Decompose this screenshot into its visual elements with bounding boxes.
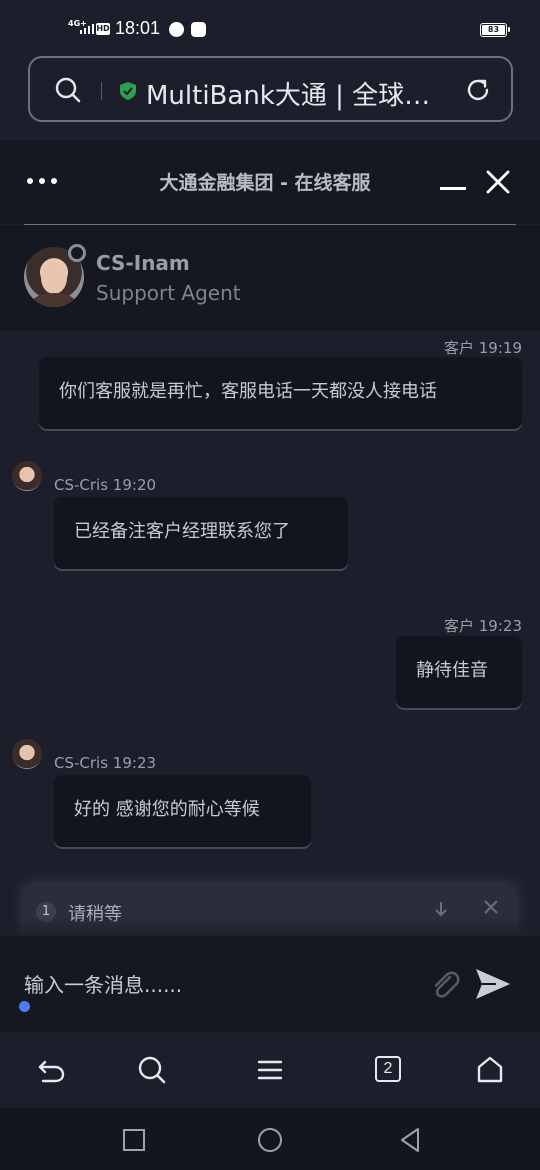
- battery-level: 83: [482, 25, 505, 35]
- minimize-icon[interactable]: [440, 187, 466, 190]
- agent-info: CS-Inam Support Agent: [0, 225, 540, 331]
- message-bubble: 已经备注客户经理联系您了: [54, 497, 348, 569]
- battery-icon: 83: [480, 23, 510, 37]
- agent-mini-avatar: [12, 739, 42, 769]
- tabs-icon[interactable]: 2: [375, 1056, 401, 1082]
- message-input[interactable]: [24, 968, 404, 1002]
- quick-reply-item[interactable]: 1 请稍等: [24, 886, 516, 936]
- divider: [101, 82, 102, 100]
- agent-name: CS-Inam: [96, 251, 190, 275]
- shield-check-icon: [120, 82, 136, 100]
- paperclip-icon[interactable]: [428, 968, 462, 1002]
- message-meta: 客户 19:19: [444, 339, 522, 357]
- address-bar[interactable]: MultiBank大通 | 全球…: [28, 56, 513, 122]
- back-triangle-icon[interactable]: [396, 1126, 424, 1154]
- agent-mini-avatar: [12, 461, 42, 491]
- flash-icon: [191, 22, 206, 37]
- typing-indicator-dot: [19, 1001, 30, 1012]
- message-list[interactable]: 客户 19:19 你们客服就是再忙，客服电话一天都没人接电话 CS-Cris 1…: [0, 331, 540, 936]
- arrow-down-icon[interactable]: [432, 900, 450, 918]
- notification-icon: [169, 22, 184, 37]
- home-icon[interactable]: [474, 1054, 506, 1086]
- search-icon[interactable]: [136, 1054, 168, 1086]
- quick-reply-number: 1: [36, 902, 56, 922]
- composer: [0, 936, 540, 1032]
- message-meta: CS-Cris 19:20: [54, 476, 157, 494]
- chat-header: 大通金融集团 - 在线客服: [0, 140, 540, 224]
- message-bubble: 好的 感谢您的耐心等候: [54, 775, 311, 847]
- hd-voice-icon: HD: [96, 23, 110, 35]
- system-nav-bar: [0, 1108, 540, 1170]
- message-bubble: 静待佳音: [396, 636, 522, 708]
- message-meta: CS-Cris 19:23: [54, 754, 157, 772]
- reload-icon[interactable]: [464, 76, 492, 104]
- quick-reply-text[interactable]: 请稍等: [68, 900, 122, 926]
- clock: 18:01: [115, 18, 161, 38]
- back-icon[interactable]: [35, 1054, 67, 1086]
- close-icon[interactable]: [484, 168, 512, 196]
- message-meta: 客户 19:23: [444, 617, 522, 635]
- browser-toolbar: 2: [0, 1032, 540, 1108]
- url-text[interactable]: MultiBank大通 | 全球…: [146, 75, 446, 112]
- message-bubble: 你们客服就是再忙，客服电话一天都没人接电话: [39, 357, 522, 429]
- home-circle-icon[interactable]: [256, 1126, 284, 1154]
- recents-icon[interactable]: [120, 1126, 148, 1154]
- dismiss-icon[interactable]: [482, 898, 500, 916]
- search-icon[interactable]: [54, 76, 82, 104]
- status-bar: 4G+ HD 18:01 83: [0, 0, 540, 58]
- agent-role: Support Agent: [96, 281, 241, 305]
- menu-icon[interactable]: [254, 1054, 286, 1086]
- chat-title: 大通金融集团 - 在线客服: [159, 172, 371, 194]
- signal-icon: [80, 24, 94, 34]
- send-icon[interactable]: [474, 966, 512, 1002]
- agent-status-indicator: [68, 244, 86, 262]
